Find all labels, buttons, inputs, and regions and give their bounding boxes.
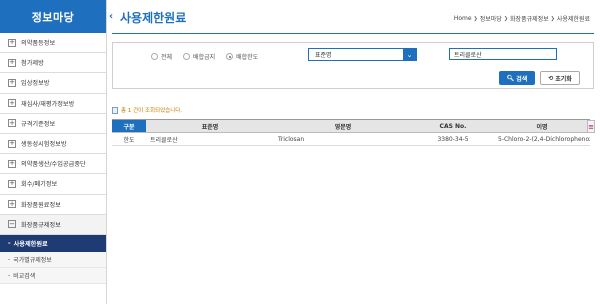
breadcrumb: Home ❯ 정보마당 ❯ 화장품규제정보 ❯ 사용제한원료 — [454, 14, 590, 23]
sidebar-title: 정보마당 — [0, 0, 106, 33]
sidebar-item-label: 규격기준정보 — [21, 120, 56, 128]
plus-icon: + — [8, 179, 16, 188]
chevron-right-icon: ❯ — [550, 15, 555, 22]
sidebar-item-label: 임상정보방 — [21, 80, 50, 88]
sidebar-subitem-label: 사용제한원료 — [13, 240, 48, 248]
sidebar-item-label: 화장품원료정보 — [21, 201, 61, 209]
sidebar-item-standards[interactable]: + 규격기준정보 — [0, 114, 106, 134]
sidebar-subitem-country-regulation[interactable]: - 국가별규제정보 — [0, 251, 106, 268]
reset-button-label: 초기화 — [555, 75, 572, 83]
search-button-label: 검색 — [516, 75, 528, 83]
cell-standard-name: 트리클로산 — [146, 132, 274, 146]
search-input-value: 트리클로산 — [454, 51, 482, 59]
header-divider — [112, 33, 594, 34]
column-header-alias[interactable]: 이명 ≡ — [494, 119, 595, 133]
result-count-text: 총 1 건이 조회되었습니다. — [121, 108, 183, 114]
column-header-type[interactable]: 구분 — [112, 119, 146, 133]
chevron-right-icon: ❯ — [503, 15, 509, 22]
reset-button[interactable]: ⟲ 초기화 — [540, 71, 580, 85]
table-row[interactable]: 한도 트리클로산 Triclosan 3380-34-5 5-Chloro-2-… — [112, 132, 590, 146]
breadcrumb-current: 사용제한원료 — [556, 16, 590, 23]
chevron-right-icon: ❯ — [473, 15, 478, 22]
radio-all[interactable]: 전체 — [151, 52, 172, 61]
chevron-left-icon: ‹ — [108, 10, 114, 22]
table-header-row: 구분 표준명 영문명 CAS No. 이명 ≡ — [112, 119, 595, 133]
breadcrumb-home[interactable]: Home — [454, 15, 472, 22]
cell-alias: 5-Chloro-2-(2,4-Dichlorophenox — [494, 132, 590, 146]
cell-type: 한도 — [112, 132, 146, 146]
refresh-icon: ⟲ — [548, 74, 554, 82]
column-menu-icon[interactable]: ≡ — [587, 120, 595, 133]
sidebar-item-label: 화장품규제정보 — [21, 221, 61, 229]
sidebar-item-bioequivalence[interactable]: + 생동성시험정보방 — [0, 134, 106, 155]
sidebar-item-cosmetic-regulation[interactable]: − 화장품규제정보 — [0, 214, 106, 235]
plus-icon: + — [8, 139, 16, 148]
radio-dot — [226, 53, 234, 60]
plus-icon: + — [8, 58, 16, 67]
radio-label: 배합금지 — [193, 54, 216, 61]
page-title: 사용제한원료 — [120, 11, 187, 25]
radio-prohibited[interactable]: 배합금지 — [183, 52, 215, 61]
plus-icon: + — [8, 159, 16, 168]
search-button[interactable]: 🔍︎ 검색 — [499, 71, 535, 85]
sidebar-subitem-restricted-ingredients[interactable]: - 사용제한원료 — [0, 234, 106, 252]
sidebar-item-cosmetic-ingredients[interactable]: + 화장품원료정보 — [0, 195, 106, 215]
sidebar-item-clinical[interactable]: + 임상정보방 — [0, 73, 106, 94]
column-header-english-name[interactable]: 영문명 — [274, 119, 412, 133]
sidebar-item-label: 첨가제방 — [21, 60, 44, 68]
search-panel: 전체 배합금지 배합한도 표준명 ⌄ 트리클로산 🔍︎ 검색 ⟲ 초기화 — [112, 42, 594, 89]
radio-limited[interactable]: 배합한도 — [226, 52, 258, 61]
plus-icon: + — [8, 38, 16, 47]
select-value: 표준명 — [315, 52, 332, 59]
cell-cas-no: 3380-34-5 — [412, 132, 494, 146]
result-count: 총 1 건이 조회되었습니다. — [112, 106, 182, 114]
sidebar-item-supply-stop[interactable]: + 의약품생산/수입공급중단 — [0, 154, 106, 175]
minus-icon: − — [8, 219, 16, 229]
cell-english-name: Triclosan — [274, 132, 412, 146]
sidebar: 정보마당 + 의약품등정보 + 첨가제방 + 임상정보방 + 재심사/재평가정보방 + 규… — [0, 0, 107, 304]
column-header-cas-no[interactable]: CAS No. — [412, 119, 494, 133]
sidebar-item-recall[interactable]: + 회수/폐기정보 — [0, 174, 106, 195]
sidebar-subitem-label: 국가별규제정보 — [13, 256, 52, 264]
search-input[interactable]: 트리클로산 — [449, 48, 557, 60]
sidebar-item-drug-info[interactable]: + 의약품등정보 — [0, 33, 106, 54]
sidebar-item-additives[interactable]: + 첨가제방 — [0, 53, 106, 74]
radio-dot — [151, 53, 158, 60]
sidebar-subitem-compare-search[interactable]: - 비교검색 — [0, 267, 106, 284]
breadcrumb-item[interactable]: 화장품규제정보 — [510, 14, 549, 23]
sidebar-item-label: 회수/폐기정보 — [21, 181, 58, 189]
column-header-standard-name[interactable]: 표준명 — [146, 119, 274, 133]
plus-icon: + — [8, 78, 16, 87]
sidebar-item-label: 의약품등정보 — [21, 40, 56, 48]
radio-label: 배합한도 — [236, 54, 259, 61]
sidebar-item-label: 의약품생산/수입공급중단 — [21, 161, 86, 169]
plus-icon: + — [8, 98, 16, 108]
type-radio-group: 전체 배합금지 배합한도 — [151, 52, 258, 61]
breadcrumb-item[interactable]: 정보마당 — [480, 14, 502, 23]
sidebar-subitem-label: 비교검색 — [13, 272, 36, 280]
sidebar-item-label: 재심사/재평가정보방 — [21, 100, 75, 108]
search-icon: 🔍︎ — [506, 74, 515, 82]
plus-icon: + — [8, 199, 16, 209]
radio-dot — [183, 53, 191, 60]
results-table: 구분 표준명 영문명 CAS No. 이명 ≡ 한도 트리클로산 Triclosa… — [112, 119, 595, 146]
sidebar-item-label: 생동성시험정보방 — [21, 141, 67, 149]
plus-icon: + — [8, 118, 16, 128]
collapse-sidebar-button[interactable]: ‹ — [107, 8, 115, 24]
chevron-down-icon: ⌄ — [403, 49, 416, 60]
search-field-select[interactable]: 표준명 ⌄ — [308, 48, 417, 61]
sidebar-item-reexamination[interactable]: + 재심사/재평가정보방 — [0, 94, 106, 114]
column-header-label: 이명 — [536, 123, 548, 131]
document-icon — [112, 106, 118, 114]
radio-label: 전체 — [161, 54, 173, 61]
results-table-wrap: 구분 표준명 영문명 CAS No. 이명 ≡ 한도 트리클로산 Triclosa… — [112, 119, 595, 146]
